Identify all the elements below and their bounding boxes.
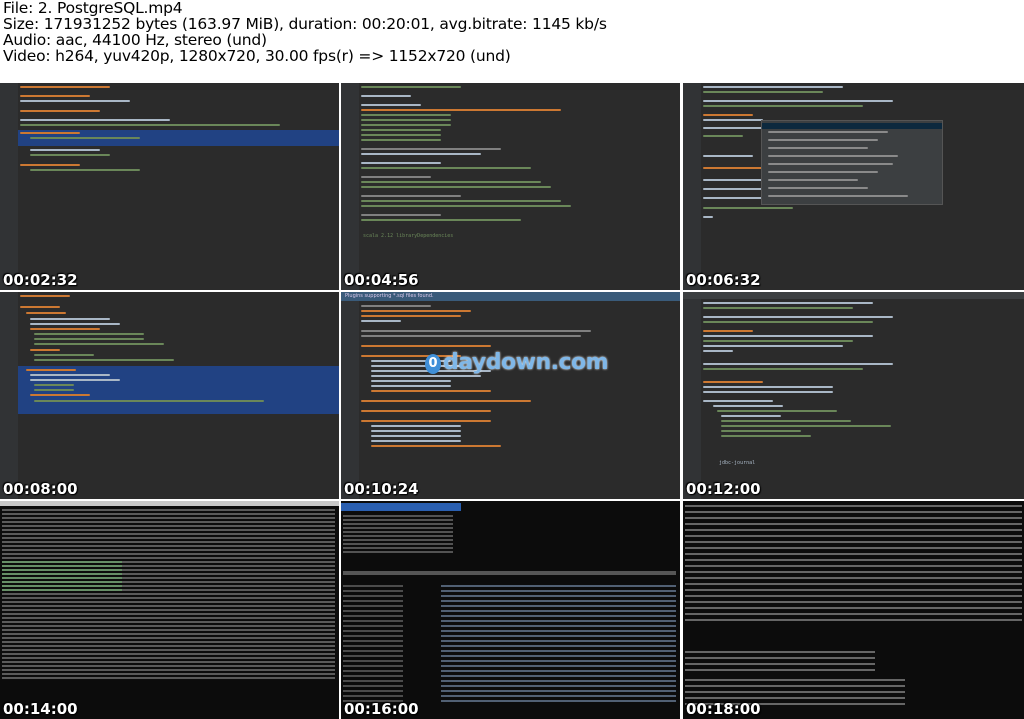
thumbnail-timestamp: 00:04:56 (344, 271, 419, 289)
thumbnail-8: 00:16:00 (341, 501, 680, 719)
line-gutter (683, 83, 701, 290)
video-info-header: File: 2. PostgreSQL.mp4 Size: 171931252 … (0, 0, 1024, 83)
autocomplete-popup[interactable] (761, 120, 943, 205)
thumbnail-2: scala 2.12 libraryDependencies 00:04:56 (341, 83, 680, 290)
editor-tab-bar[interactable] (683, 292, 1024, 299)
thumbnail-timestamp: 00:08:00 (3, 480, 78, 498)
line-gutter (0, 83, 18, 290)
plugin-notice-bar[interactable]: Plugins supporting *.sql files found. (341, 292, 680, 301)
thumbnail-9: 00:18:00 (683, 501, 1024, 719)
thumbnail-1: 00:02:32 (0, 83, 339, 290)
line-gutter (683, 299, 701, 499)
code-comment: scala 2.12 libraryDependencies (363, 233, 454, 239)
watermark-text: daydown.com (443, 350, 609, 375)
thumbnail-timestamp: 00:18:00 (686, 700, 761, 718)
thumbnail-timestamp: 00:06:32 (686, 271, 761, 289)
thumbnail-3: 00:06:32 (683, 83, 1024, 290)
line-gutter (341, 83, 359, 290)
line-gutter (341, 301, 359, 499)
thumbnail-6: jdbc-journal 00:12:00 (683, 292, 1024, 499)
video-info-line: Video: h264, yuv420p, 1280x720, 30.00 fp… (3, 47, 511, 65)
thumbnail-5: Plugins supporting *.sql files found. 0 … (341, 292, 680, 499)
thumbnail-timestamp: 00:14:00 (3, 700, 78, 718)
thumbnail-4: 00:08:00 (0, 292, 339, 499)
thumbnail-7: 00:14:00 (0, 501, 339, 719)
thumbnail-timestamp: 00:12:00 (686, 480, 761, 498)
line-gutter (0, 292, 18, 499)
thumbnail-grid: 00:02:32 scala 2.12 libraryDependencies … (0, 83, 1024, 719)
thumbnail-timestamp: 00:16:00 (344, 700, 419, 718)
status-bar (341, 503, 461, 511)
cursor-line: jdbc-journal (719, 460, 756, 466)
thumbnail-timestamp: 00:02:32 (3, 271, 78, 289)
thumbnail-timestamp: 00:10:24 (344, 480, 419, 498)
terminal-tab-bar[interactable] (0, 501, 339, 506)
watermark-icon: 0 (425, 354, 441, 374)
